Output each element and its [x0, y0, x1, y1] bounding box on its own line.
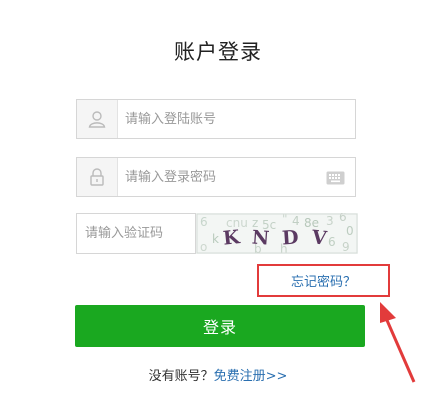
svg-text:0: 0 [346, 224, 354, 238]
username-input[interactable] [125, 100, 325, 138]
svg-text:": " [282, 213, 288, 226]
forgot-password-link[interactable]: 忘记密码？ [291, 271, 356, 290]
captcha-input[interactable] [85, 214, 191, 253]
register-link[interactable]: 免费注册>> [214, 369, 288, 384]
register-line: 没有账号？免费注册>> [0, 365, 436, 384]
captcha-input-box[interactable] [76, 213, 196, 254]
register-prefix: 没有账号？ [148, 369, 214, 384]
keyboard-icon[interactable] [326, 170, 345, 185]
captcha-field[interactable]: 6 k cnu z 5c " 4 8e 3 6 0 6 b h o 9 K N … [76, 213, 358, 254]
user-icon [77, 100, 118, 138]
password-field[interactable] [76, 157, 356, 197]
captcha-image[interactable]: 6 k cnu z 5c " 4 8e 3 6 0 6 b h o 9 K N … [196, 213, 358, 254]
svg-text:6: 6 [328, 235, 336, 249]
lock-icon [77, 158, 118, 196]
svg-text:N: N [251, 227, 270, 250]
svg-text:D: D [281, 226, 299, 249]
svg-text:9: 9 [342, 240, 350, 254]
username-field[interactable] [76, 99, 356, 139]
svg-text:o: o [200, 240, 207, 254]
svg-text:3: 3 [326, 214, 334, 228]
svg-text:6: 6 [200, 215, 208, 229]
password-input[interactable] [125, 158, 325, 196]
forgot-password-highlight: 忘记密码？ [257, 264, 390, 297]
page-title: 账户登录 [174, 40, 262, 64]
svg-text:k: k [212, 232, 219, 246]
svg-text:6: 6 [339, 213, 347, 224]
login-button[interactable]: 登录 [75, 305, 365, 347]
